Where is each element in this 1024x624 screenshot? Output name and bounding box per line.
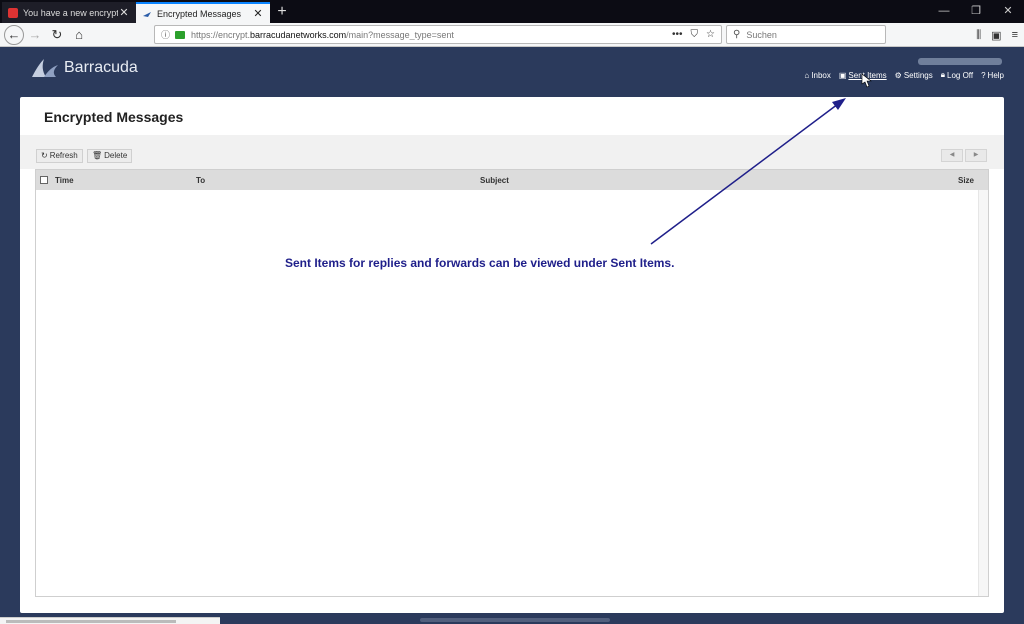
- column-subject[interactable]: Subject: [480, 176, 509, 185]
- toolbar: ↻ Refresh 🗑︎ Delete ◀ ▶: [20, 135, 1004, 169]
- trash-icon: 🗑︎: [92, 151, 103, 160]
- search-field[interactable]: ⚲ Suchen: [726, 25, 886, 44]
- forward-button[interactable]: →: [24, 24, 46, 46]
- bookmark-star-icon[interactable]: ☆: [706, 29, 715, 40]
- help-icon: ?: [981, 70, 986, 80]
- table-header: Time To Subject Size: [36, 170, 988, 190]
- barracuda-favicon-icon: [142, 9, 152, 19]
- new-tab-button[interactable]: +: [270, 2, 294, 23]
- main-panel: Encrypted Messages ↻ Refresh 🗑︎ Delete ◀…: [20, 97, 1004, 613]
- url-bar[interactable]: ⓘ https://encrypt.barracudanetworks.com/…: [154, 25, 722, 44]
- nav-inbox[interactable]: ⌂ Inbox: [804, 70, 830, 80]
- next-page-button[interactable]: ▶: [965, 149, 987, 162]
- select-all-checkbox[interactable]: [40, 176, 48, 184]
- nav-settings[interactable]: ⚙ Settings: [895, 70, 933, 80]
- home-button[interactable]: ⌂: [68, 24, 90, 46]
- barracuda-logo: Barracuda: [30, 57, 138, 79]
- refresh-button[interactable]: ↻ Refresh: [36, 149, 83, 163]
- column-time[interactable]: Time: [55, 176, 74, 185]
- prev-page-button[interactable]: ◀: [941, 149, 963, 162]
- mail-favicon-icon: [8, 7, 18, 18]
- refresh-icon: ↻: [41, 151, 48, 160]
- messages-table: Time To Subject Size: [35, 169, 989, 597]
- tab-encrypted-notice[interactable]: You have a new encrypted me... ✕: [2, 2, 136, 23]
- app-header: Barracuda ⌂ Inbox ▣ Sent Items ⚙ Setting…: [0, 47, 1024, 97]
- sidebar-icon[interactable]: ▣: [991, 29, 1001, 42]
- top-navigation: ⌂ Inbox ▣ Sent Items ⚙ Settings 🔒︎ Log O…: [804, 70, 1004, 80]
- page-title: Encrypted Messages: [44, 109, 184, 125]
- info-icon[interactable]: ⓘ: [161, 28, 173, 41]
- minimize-icon[interactable]: —: [928, 0, 960, 23]
- secure-lock-icon[interactable]: [175, 30, 185, 39]
- gear-icon: ⚙: [894, 70, 902, 80]
- pocket-icon[interactable]: ⛉: [691, 29, 699, 40]
- restore-icon[interactable]: ❐: [960, 0, 992, 23]
- library-icon[interactable]: ⫼: [976, 29, 981, 42]
- menu-icon[interactable]: ≡: [1012, 29, 1018, 41]
- user-email-redacted: [918, 58, 1002, 65]
- back-button[interactable]: ←: [4, 24, 24, 45]
- nav-help[interactable]: ? Help: [981, 70, 1004, 80]
- logo-text: Barracuda: [64, 59, 138, 76]
- column-to[interactable]: To: [196, 176, 205, 185]
- delete-button[interactable]: 🗑︎ Delete: [87, 149, 133, 163]
- window-controls: — ❐ ✕: [928, 0, 1024, 23]
- tab-encrypted-messages[interactable]: Encrypted Messages ✕: [136, 2, 270, 23]
- lock-icon: 🔒︎: [940, 70, 945, 79]
- tab-title: You have a new encrypted me...: [23, 7, 118, 18]
- close-tab-icon[interactable]: ✕: [118, 6, 130, 19]
- column-size[interactable]: Size: [958, 176, 974, 185]
- sent-icon: ▣: [838, 70, 847, 80]
- nav-sent-items[interactable]: ▣ Sent Items: [839, 70, 887, 80]
- home-icon: ⌂: [804, 70, 810, 80]
- browser-toolbar: ← → ↻ ⌂ ⓘ https://encrypt.barracudanetwo…: [0, 23, 1024, 47]
- browser-status-bar: [0, 617, 220, 624]
- close-tab-icon[interactable]: ✕: [252, 7, 264, 20]
- reload-button[interactable]: ↻: [46, 24, 68, 46]
- footer-copyright: [420, 618, 610, 622]
- url-text: https://encrypt.barracudanetworks.com/ma…: [191, 29, 454, 40]
- annotation-text: Sent Items for replies and forwards can …: [285, 256, 675, 270]
- search-placeholder: Suchen: [746, 29, 777, 40]
- page-actions-icon[interactable]: •••: [672, 29, 683, 40]
- tab-title: Encrypted Messages: [157, 8, 242, 19]
- browser-tab-strip: You have a new encrypted me... ✕ Encrypt…: [0, 0, 1024, 23]
- table-scrollbar[interactable]: [978, 190, 988, 596]
- nav-log-off[interactable]: 🔒︎ Log Off: [941, 70, 973, 80]
- barracuda-fin-icon: [32, 59, 58, 77]
- close-window-icon[interactable]: ✕: [992, 0, 1024, 23]
- search-icon: ⚲: [733, 29, 741, 40]
